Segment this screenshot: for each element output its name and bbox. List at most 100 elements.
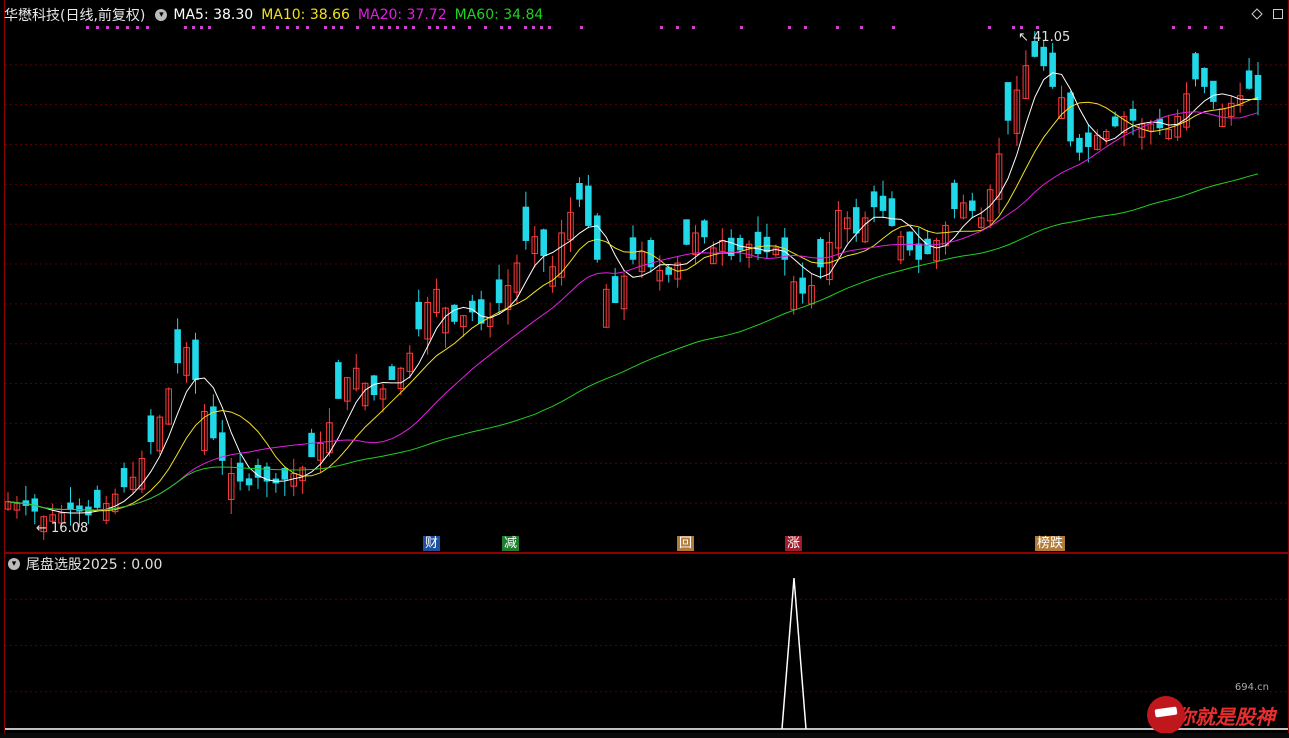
candle-body <box>85 506 92 516</box>
ma60-value: MA60: 34.84 <box>454 7 544 23</box>
event-marker-list-drop[interactable]: 榜跌 <box>1035 536 1066 551</box>
signal-dot <box>1172 26 1175 29</box>
collapse-icon[interactable]: ▾ <box>155 9 168 21</box>
indicator-header: ▾ 尾盘选股2025 : 0.00 <box>8 555 162 573</box>
candle-body <box>388 366 396 381</box>
candle-body <box>522 206 530 241</box>
candle-body <box>308 432 315 458</box>
signal-dot <box>126 26 129 29</box>
candle-body <box>1129 108 1137 121</box>
signal-dot <box>524 26 527 29</box>
signal-dot <box>96 26 99 29</box>
candle-body <box>335 362 342 399</box>
candle-body <box>1201 67 1208 87</box>
candle-body <box>629 237 637 260</box>
signal-dot <box>388 26 391 29</box>
signal-dot <box>508 26 511 29</box>
candle-body <box>969 200 976 211</box>
signal-dot <box>788 26 791 29</box>
signal-dot <box>988 26 991 29</box>
candle-body <box>94 489 101 508</box>
candle-body <box>611 276 619 303</box>
candle-body <box>67 502 74 510</box>
candle-body <box>888 198 896 226</box>
event-marker-rise[interactable]: 涨 <box>785 536 803 551</box>
maximize-icon[interactable] <box>1272 8 1284 20</box>
signal-dot <box>116 26 119 29</box>
candle-body <box>76 505 83 512</box>
signal-dot <box>146 26 149 29</box>
signal-dot <box>106 26 109 29</box>
signal-dot <box>436 26 439 29</box>
event-marker-finance[interactable]: 财 <box>423 536 441 551</box>
signal-dot <box>356 26 359 29</box>
signal-dot <box>540 26 543 29</box>
high-price-label: ↖ 41.05 <box>1018 30 1071 45</box>
candle-body <box>852 207 860 234</box>
signal-dot <box>192 26 195 29</box>
candle-body <box>147 415 155 443</box>
candle-body <box>1004 82 1012 121</box>
signal-dot <box>86 26 89 29</box>
ma20-line <box>7 111 1259 511</box>
signal-dot <box>692 26 695 29</box>
signal-dot <box>286 26 289 29</box>
collapse-icon[interactable]: ▾ <box>8 558 20 570</box>
signal-dot <box>296 26 299 29</box>
signal-dot <box>136 26 139 29</box>
indicator-spike <box>781 577 807 730</box>
candle-body <box>915 243 922 260</box>
candlestick-chart[interactable] <box>0 0 1289 738</box>
event-marker-buyback[interactable]: 回 <box>677 536 695 551</box>
signal-dot <box>184 26 187 29</box>
signal-dot <box>836 26 839 29</box>
watermark-text: 你就是股神 <box>1175 704 1275 729</box>
watermark-logo: 694.cn 你就是股神 <box>1147 682 1275 734</box>
signal-dot <box>1188 26 1191 29</box>
candle-body <box>1085 132 1092 148</box>
candle-body <box>924 238 931 255</box>
candle-body <box>1245 70 1253 89</box>
signal-dot <box>1036 26 1039 29</box>
candle-body <box>1040 46 1047 67</box>
status-strip <box>0 733 1289 738</box>
ma5-value: MA5: 38.30 <box>173 7 254 23</box>
candle-body <box>576 183 583 200</box>
candle-body <box>701 220 708 238</box>
candle-body <box>763 236 771 253</box>
signal-dot <box>428 26 431 29</box>
signal-dot <box>208 26 211 29</box>
signal-dot <box>1012 26 1015 29</box>
signal-dot <box>306 26 309 29</box>
candle-body <box>415 301 422 330</box>
diamond-icon[interactable] <box>1251 8 1263 20</box>
signal-dot <box>548 26 551 29</box>
signal-dot <box>468 26 471 29</box>
signal-dot <box>324 26 327 29</box>
signal-dot <box>380 26 383 29</box>
signal-dot <box>372 26 375 29</box>
indicator-title[interactable]: 尾盘选股2025 : 0.00 <box>26 554 162 574</box>
candle-body <box>451 304 458 322</box>
candle-body <box>870 191 878 208</box>
candle-body <box>585 185 592 226</box>
signal-dot <box>396 26 399 29</box>
candle-body <box>736 237 744 251</box>
low-price-label: ← 16.08 <box>36 521 89 536</box>
candle-body <box>754 231 762 255</box>
candle-body <box>495 279 503 303</box>
signal-dot <box>1204 26 1207 29</box>
signal-dot <box>262 26 265 29</box>
candle-body <box>906 231 914 251</box>
signal-dot <box>532 26 535 29</box>
signal-dot <box>580 26 583 29</box>
signal-dot <box>452 26 455 29</box>
signal-dot <box>740 26 743 29</box>
signal-dot <box>484 26 487 29</box>
stock-title[interactable]: 华懋科技(日线,前复权) <box>4 5 145 25</box>
candle-body <box>1076 137 1083 153</box>
candle-body <box>120 468 128 488</box>
signal-dot <box>404 26 407 29</box>
candle-body <box>594 215 601 260</box>
event-marker-reduce[interactable]: 减 <box>502 536 520 551</box>
